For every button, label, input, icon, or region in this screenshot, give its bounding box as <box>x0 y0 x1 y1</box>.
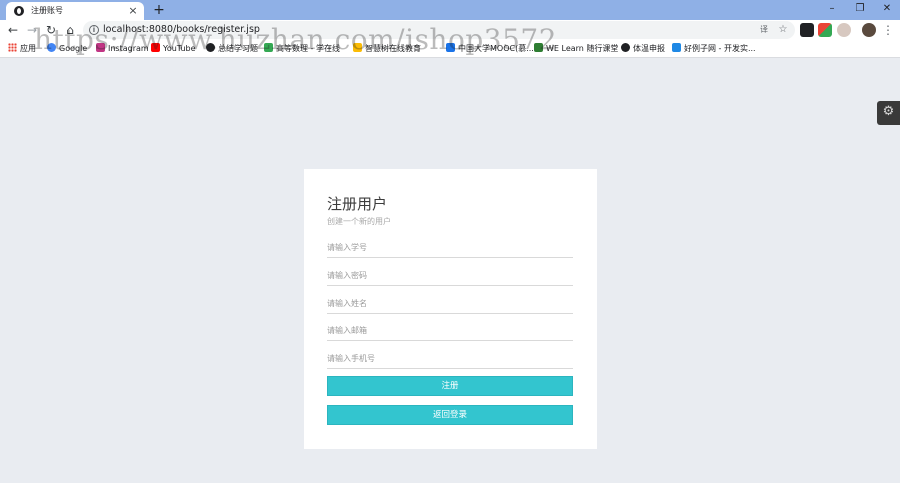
bookmark-welearn[interactable]: WE Learn 随行课堂 <box>534 42 618 56</box>
email-field[interactable] <box>327 321 573 341</box>
register-card: 注册用户 创建一个新的用户 注册 返回登录 <box>304 169 597 449</box>
browser-menu-icon[interactable]: ⋮ <box>882 22 894 38</box>
close-tab-icon[interactable]: × <box>126 4 140 18</box>
bookmark-label: Google <box>59 44 88 53</box>
register-button[interactable]: 注册 <box>327 376 573 396</box>
bookmark-item[interactable]: 智慧树在线教育 <box>353 42 421 56</box>
url-text[interactable]: localhost:8080/books/register.jsp <box>103 23 260 37</box>
bookmark-star-icon[interactable]: ☆ <box>776 23 790 37</box>
bookmark-apps[interactable]: 应用 <box>8 42 36 56</box>
browser-tab[interactable]: 注册账号 × <box>6 2 144 20</box>
page-title: 注册用户 <box>327 195 388 213</box>
name-field[interactable] <box>327 294 573 314</box>
welearn-icon <box>534 43 543 52</box>
bookmark-label: 高等数理 - 学在线 <box>276 44 340 53</box>
tab-title: 注册账号 <box>31 6 63 15</box>
site-info-icon[interactable]: i <box>89 25 99 35</box>
bookmark-item[interactable]: 高等数理 - 学在线 <box>264 42 340 56</box>
address-bar[interactable]: i localhost:8080/books/register.jsp 译 ☆ <box>83 21 795 39</box>
translate-icon[interactable]: 译 <box>757 23 771 37</box>
mooc-icon <box>446 43 455 52</box>
bookmark-google[interactable]: Google <box>47 42 87 56</box>
restore-button[interactable]: ❐ <box>845 0 875 18</box>
minimize-button[interactable]: – <box>817 0 847 18</box>
bookmark-mooc[interactable]: 中国大学MOOC(慕... <box>446 42 534 56</box>
student-id-field[interactable] <box>327 238 573 258</box>
bookmark-label: 智慧树在线教育 <box>365 44 421 53</box>
profile-avatar[interactable] <box>862 23 876 37</box>
bookmark-item[interactable]: 好例子网 - 开发实... <box>672 42 756 56</box>
bookmark-label: 总结学习题 <box>218 44 258 53</box>
extension-icon[interactable] <box>837 23 851 37</box>
browser-toolbar: ← → ↻ ⌂ i localhost:8080/books/register.… <box>0 20 900 40</box>
password-field[interactable] <box>327 266 573 286</box>
bookmark-youtube[interactable]: YouTube <box>151 42 196 56</box>
instagram-icon <box>96 43 105 52</box>
gear-icon[interactable]: ⚙ <box>877 101 900 125</box>
m-icon <box>672 43 681 52</box>
page-background: ⚙ 注册用户 创建一个新的用户 注册 返回登录 <box>0 59 900 483</box>
bookmark-label: Instagram <box>108 44 149 53</box>
globe-icon <box>206 43 215 52</box>
bookmark-label: 体温申报 <box>633 44 665 53</box>
bookmark-label: 应用 <box>20 44 36 53</box>
new-tab-button[interactable]: + <box>151 2 167 18</box>
bookmark-icon <box>264 43 273 52</box>
bookmark-icon <box>353 43 362 52</box>
reload-button[interactable]: ↻ <box>43 22 59 38</box>
youtube-icon <box>151 43 160 52</box>
home-button[interactable]: ⌂ <box>62 22 78 38</box>
apps-grid-icon <box>8 43 17 52</box>
bookmark-label: 中国大学MOOC(慕... <box>458 44 534 53</box>
forward-button[interactable]: → <box>24 22 40 38</box>
google-icon <box>47 43 56 52</box>
bookmark-item[interactable]: 总结学习题 <box>206 42 258 56</box>
bookmark-label: 好例子网 - 开发实... <box>684 44 756 53</box>
tab-strip: 注册账号 × + – ❐ ✕ <box>0 0 900 20</box>
extension-icon[interactable] <box>800 23 814 37</box>
back-to-login-button[interactable]: 返回登录 <box>327 405 573 425</box>
page-subtitle: 创建一个新的用户 <box>327 217 391 226</box>
bookmark-label: YouTube <box>163 44 196 53</box>
globe-icon <box>621 43 630 52</box>
bookmarks-bar: 应用 Google Instagram YouTube 总结学习题 高等数理 -… <box>0 40 900 58</box>
globe-icon <box>14 6 24 16</box>
back-button[interactable]: ← <box>5 22 21 38</box>
extension-icon[interactable] <box>818 23 832 37</box>
bookmark-label: WE Learn 随行课堂 <box>546 44 619 53</box>
bookmark-instagram[interactable]: Instagram <box>96 42 149 56</box>
bookmark-item[interactable]: 体温申报 <box>621 42 665 56</box>
close-window-button[interactable]: ✕ <box>872 0 900 18</box>
phone-field[interactable] <box>327 349 573 369</box>
